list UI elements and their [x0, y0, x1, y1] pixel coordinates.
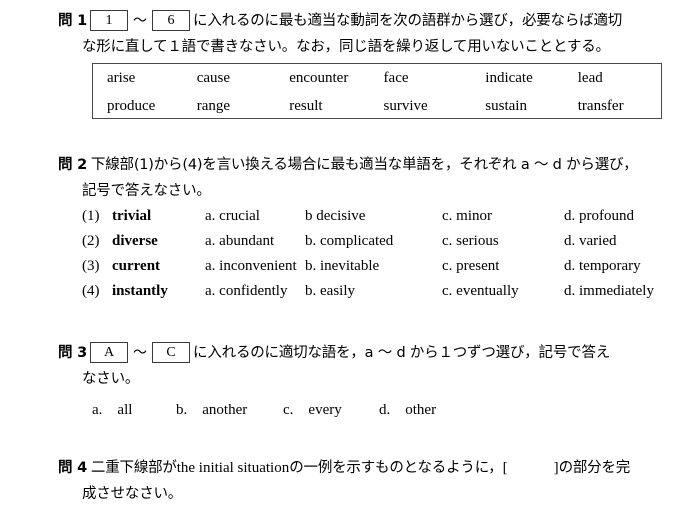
question-1-block: 問 1 1 〜 6 に入れるのに最も適当な動詞を次の語群から選び，必要ならば適切 な形に…	[58, 8, 678, 60]
question-4-english-phrase: the initial situation	[176, 460, 290, 476]
choice-option-c[interactable]: c. present	[442, 258, 564, 275]
option-row-indent	[58, 398, 92, 419]
choice-row-headword: instantly	[112, 283, 168, 299]
answer-bracket-open: [	[502, 460, 508, 476]
choice-row-headword: diverse	[112, 233, 158, 249]
choice-option-c[interactable]: c. minor	[442, 208, 564, 225]
word-bank-item: cause	[196, 69, 231, 86]
choice-row: (1) trivial a. crucial b decisive c. min…	[58, 208, 688, 233]
choice-option-b[interactable]: b decisive	[305, 208, 442, 225]
question-3-option-b[interactable]: b. another	[176, 398, 283, 419]
word-bank-item: lead	[577, 69, 603, 86]
question-3-blank-start[interactable]: A	[90, 342, 129, 363]
question-3-line-2: なさい。	[58, 366, 678, 392]
word-bank-item: survive	[383, 97, 428, 114]
word-bank-box: arise cause encounter face indicate lead…	[92, 63, 662, 119]
question-2-choice-grid: (1) trivial a. crucial b decisive c. min…	[58, 208, 688, 308]
question-4-line-1: 問 4 二重下線部がthe initial situationの一例を示すものと…	[58, 455, 678, 481]
question-4-label: 問 4	[58, 460, 88, 476]
choice-option-d[interactable]: d. immediately	[564, 283, 684, 300]
choice-option-d[interactable]: d. temporary	[564, 258, 684, 275]
choice-option-b[interactable]: b. complicated	[305, 233, 442, 250]
question-4-text-before: 二重下線部が	[90, 460, 177, 476]
question-3-blank-end[interactable]: C	[152, 342, 191, 363]
question-1-blank-end[interactable]: 6	[152, 10, 191, 31]
question-3-line-1: 問 3 A 〜 C に入れるのに適切な語を，a 〜 d から１つずつ選び，記号で答え	[58, 340, 678, 366]
word-bank-row-1: arise cause encounter face indicate lead	[93, 64, 661, 92]
question-1-line-2: な形に直して１語で書きなさい。なお，同じ語を繰り返して用いないこととする。	[58, 34, 678, 60]
choice-option-a[interactable]: a. crucial	[205, 208, 305, 225]
choice-row: (3) current a. inconvenient b. inevitabl…	[58, 258, 688, 283]
question-2-line-2: 記号で答えなさい。	[58, 178, 678, 204]
word-bank-item: result	[289, 97, 323, 114]
choice-option-a[interactable]: a. abundant	[205, 233, 305, 250]
question-3-text-line-1: に入れるのに適切な語を，a 〜 d から１つずつ選び，記号で答え	[193, 345, 611, 361]
question-1-text-line-1: に入れるのに最も適当な動詞を次の語群から選び，必要ならば適切	[193, 13, 623, 29]
question-3-label: 問 3	[58, 345, 88, 361]
word-bank-item: encounter	[289, 69, 349, 86]
word-bank-item: arise	[107, 69, 136, 86]
choice-row-number: (4)	[82, 283, 100, 299]
question-3-option-row: a. all b. another c. every d. other	[58, 398, 436, 419]
question-4-line-2: 成させなさい。	[58, 481, 678, 507]
word-bank-item: produce	[107, 97, 156, 114]
choice-row: (2) diverse a. abundant b. complicated c…	[58, 233, 688, 258]
question-4-text-middle: の一例を示すものとなるように，	[289, 460, 503, 476]
choice-option-b[interactable]: b. easily	[305, 283, 442, 300]
question-2-text-line-2: 記号で答えなさい。	[82, 183, 211, 199]
exam-page: 問 1 1 〜 6 に入れるのに最も適当な動詞を次の語群から選び，必要ならば適切 な形に…	[0, 0, 693, 523]
choice-row-number: (1)	[82, 208, 100, 224]
question-3-option-d[interactable]: d. other	[379, 398, 436, 419]
choice-option-d[interactable]: d. varied	[564, 233, 684, 250]
question-1-blank-start[interactable]: 1	[90, 10, 129, 31]
question-3-option-a[interactable]: a. all	[92, 398, 176, 419]
word-bank-item: sustain	[485, 97, 527, 114]
question-3-block: 問 3 A 〜 C に入れるのに適切な語を，a 〜 d から１つずつ選び，記号で答え な…	[58, 340, 678, 392]
choice-row-number: (2)	[82, 233, 100, 249]
choice-option-d[interactable]: d. profound	[564, 208, 684, 225]
word-bank-item: face	[383, 69, 409, 86]
range-tilde-icon: 〜	[133, 13, 148, 29]
word-bank-item: range	[196, 97, 231, 114]
question-4-block: 問 4 二重下線部がthe initial situationの一例を示すものと…	[58, 455, 678, 507]
question-2-text-line-1: 下線部(1)から(4)を言い換える場合に最も適当な単語を，それぞれ a 〜 d …	[90, 157, 638, 173]
question-2-block: 問 2 下線部(1)から(4)を言い換える場合に最も適当な単語を，それぞれ a …	[58, 152, 678, 204]
question-3-text-line-2: なさい。	[82, 371, 140, 387]
choice-row-headword: current	[112, 258, 161, 274]
choice-option-a[interactable]: a. confidently	[205, 283, 305, 300]
choice-option-c[interactable]: c. serious	[442, 233, 564, 250]
choice-option-b[interactable]: b. inevitable	[305, 258, 442, 275]
question-3-option-c[interactable]: c. every	[283, 398, 379, 419]
choice-option-a[interactable]: a. inconvenient	[205, 258, 305, 275]
word-bank-row-2: produce range result survive sustain tra…	[93, 92, 661, 120]
choice-row: (4) instantly a. confidently b. easily c…	[58, 283, 688, 308]
question-4-text-after: の部分を完	[558, 460, 631, 476]
word-bank-item: indicate	[485, 69, 533, 86]
choice-row-headword: trivial	[112, 208, 152, 224]
range-tilde-icon: 〜	[133, 345, 148, 361]
choice-row-number: (3)	[82, 258, 100, 274]
choice-option-c[interactable]: c. eventually	[442, 283, 564, 300]
question-2-label: 問 2	[58, 157, 88, 173]
question-1-line-1: 問 1 1 〜 6 に入れるのに最も適当な動詞を次の語群から選び，必要ならば適切	[58, 8, 678, 34]
question-2-line-1: 問 2 下線部(1)から(4)を言い換える場合に最も適当な単語を，それぞれ a …	[58, 152, 678, 178]
question-1-text-line-2: な形に直して１語で書きなさい。なお，同じ語を繰り返して用いないこととする。	[82, 39, 610, 55]
question-4-text-line-2: 成させなさい。	[82, 486, 183, 502]
word-bank-item: transfer	[577, 97, 624, 114]
question-1-label: 問 1	[58, 13, 88, 29]
